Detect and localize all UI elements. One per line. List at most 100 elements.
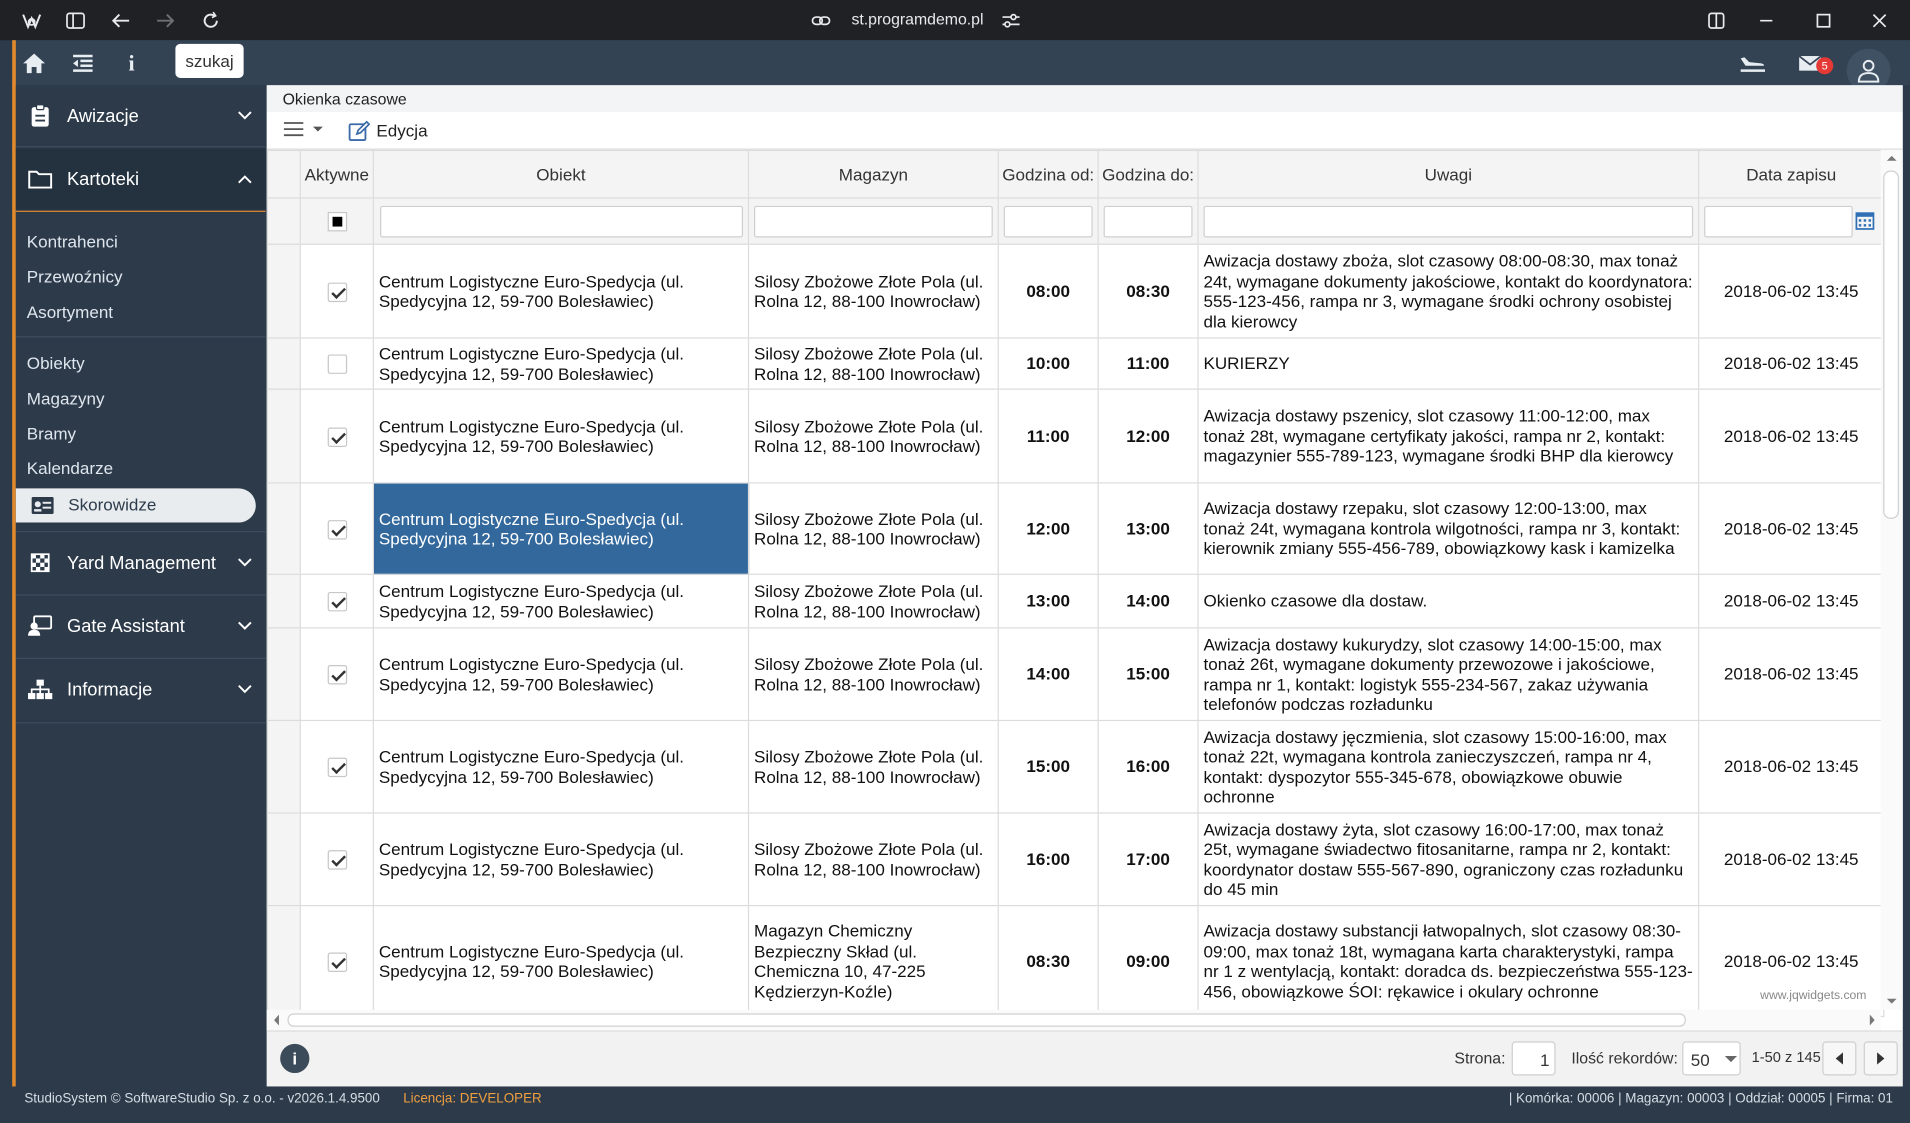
- chevron-down-icon[interactable]: [233, 614, 257, 638]
- active-checkbox[interactable]: [327, 952, 347, 972]
- sidebar-item-skorowidze[interactable]: Skorowidze: [15, 488, 256, 523]
- godzina-od-cell[interactable]: 08:00: [997, 243, 1099, 339]
- edit-button[interactable]: Edycja: [376, 121, 427, 140]
- magazyn-cell[interactable]: Silosy Zbożowe Złote Pola (ul. Rolna 12,…: [747, 243, 999, 339]
- active-checkbox[interactable]: [327, 757, 347, 778]
- godzina-do-cell[interactable]: 14:00: [1097, 573, 1199, 629]
- vertical-scroll-thumb[interactable]: [1883, 170, 1900, 519]
- godzina-do-cell[interactable]: 08:30: [1097, 243, 1199, 339]
- filter-uwagi-input[interactable]: [1203, 205, 1694, 237]
- sidebar-item-asortyment[interactable]: Asortyment: [27, 302, 113, 321]
- magazyn-cell[interactable]: Silosy Zbożowe Złote Pola (ul. Rolna 12,…: [747, 719, 999, 814]
- plane-landing-icon[interactable]: [1738, 50, 1766, 77]
- filter-obiekt-input[interactable]: [379, 205, 743, 237]
- data-zapisu-cell[interactable]: 2018-06-02 13:45: [1698, 812, 1885, 907]
- obiekt-cell[interactable]: Centrum Logistyczne Euro-Spedycja (ul. S…: [372, 812, 750, 907]
- table-row[interactable]: Centrum Logistyczne Euro-Spedycja (ul. S…: [266, 337, 1885, 390]
- table-row[interactable]: Centrum Logistyczne Euro-Spedycja (ul. S…: [266, 719, 1885, 814]
- filter-aktywne[interactable]: [299, 197, 374, 245]
- uwagi-cell[interactable]: Awizacja dostawy kukurydzy, slot czasowy…: [1197, 627, 1700, 722]
- uwagi-cell[interactable]: Awizacja dostawy żyta, slot czasowy 16:0…: [1197, 812, 1700, 907]
- godzina-od-cell[interactable]: 10:00: [997, 337, 1099, 390]
- column-header-aktywne[interactable]: Aktywne: [299, 149, 374, 199]
- godzina-do-cell[interactable]: 15:00: [1097, 627, 1199, 722]
- godzina-do-cell[interactable]: 11:00: [1097, 337, 1199, 390]
- filter-do-input[interactable]: [1103, 205, 1193, 237]
- back-icon[interactable]: [108, 9, 132, 33]
- table-row[interactable]: Centrum Logistyczne Euro-Spedycja (ul. S…: [266, 388, 1885, 484]
- scroll-left-icon[interactable]: [269, 1010, 284, 1031]
- scroll-up-icon[interactable]: [1881, 152, 1903, 164]
- active-checkbox[interactable]: [327, 665, 347, 685]
- maximize-icon[interactable]: [1811, 9, 1835, 33]
- filter-data-input[interactable]: [1704, 205, 1853, 237]
- magazyn-cell[interactable]: Magazyn Chemiczny Bezpieczny Skład (ul. …: [747, 904, 999, 1018]
- data-zapisu-cell[interactable]: 2018-06-02 13:45: [1698, 337, 1885, 390]
- close-icon[interactable]: [1867, 9, 1891, 33]
- table-row[interactable]: Centrum Logistyczne Euro-Spedycja (ul. S…: [266, 573, 1885, 629]
- godzina-od-cell[interactable]: 12:00: [997, 482, 1099, 575]
- active-checkbox[interactable]: [327, 354, 347, 375]
- obiekt-cell[interactable]: Centrum Logistyczne Euro-Spedycja (ul. S…: [372, 573, 750, 629]
- data-zapisu-cell[interactable]: 2018-06-02 13:45: [1698, 388, 1885, 484]
- obiekt-cell[interactable]: Centrum Logistyczne Euro-Spedycja (ul. S…: [372, 388, 750, 484]
- column-header-obiekt[interactable]: Obiekt: [372, 149, 750, 199]
- prev-page-button[interactable]: [1822, 1041, 1857, 1076]
- next-page-button[interactable]: [1863, 1041, 1898, 1076]
- menu-collapse-icon[interactable]: [69, 50, 96, 77]
- active-checkbox[interactable]: [327, 427, 347, 447]
- sidebar-section-gate-assistant[interactable]: Gate Assistant: [16, 596, 266, 657]
- data-zapisu-cell[interactable]: 2018-06-02 13:45: [1698, 482, 1885, 575]
- browser-logo-icon[interactable]: [19, 9, 43, 33]
- scroll-down-icon[interactable]: [1881, 995, 1903, 1007]
- uwagi-cell[interactable]: Awizacja dostawy zboża, slot czasowy 08:…: [1197, 243, 1700, 339]
- magazyn-cell[interactable]: Silosy Zbożowe Złote Pola (ul. Rolna 12,…: [747, 627, 999, 722]
- sidebar-section-kartoteki[interactable]: Kartoteki: [15, 148, 266, 210]
- table-row[interactable]: Centrum Logistyczne Euro-Spedycja (ul. S…: [266, 904, 1885, 1018]
- uwagi-cell[interactable]: Okienko czasowe dla dostaw.: [1197, 573, 1700, 629]
- sidebar-section-yard-management[interactable]: Yard Management: [16, 532, 266, 593]
- active-checkbox[interactable]: [327, 850, 347, 870]
- grid-menu-button[interactable]: [283, 121, 328, 147]
- sidebar-item-przewoznicy[interactable]: Przewoźnicy: [27, 267, 123, 286]
- filter-od-input[interactable]: [1003, 205, 1093, 237]
- page-input[interactable]: 1: [1511, 1041, 1556, 1076]
- magazyn-cell[interactable]: Silosy Zbożowe Złote Pola (ul. Rolna 12,…: [747, 337, 999, 390]
- magazyn-cell[interactable]: Silosy Zbożowe Złote Pola (ul. Rolna 12,…: [747, 482, 999, 575]
- godzina-od-cell[interactable]: 16:00: [997, 812, 1099, 907]
- godzina-od-cell[interactable]: 08:30: [997, 904, 1099, 1018]
- split-view-icon[interactable]: [1704, 9, 1728, 33]
- sidebar-item-bramy[interactable]: Bramy: [27, 424, 76, 443]
- forward-icon[interactable]: [153, 9, 177, 33]
- table-row[interactable]: Centrum Logistyczne Euro-Spedycja (ul. S…: [266, 243, 1885, 339]
- filter-checkbox-indeterminate[interactable]: [327, 212, 347, 232]
- table-row[interactable]: Centrum Logistyczne Euro-Spedycja (ul. S…: [266, 482, 1885, 575]
- table-row[interactable]: Centrum Logistyczne Euro-Spedycja (ul. S…: [266, 812, 1885, 907]
- sidebar-section-awizacje[interactable]: Awizacje: [16, 85, 266, 146]
- obiekt-cell[interactable]: Centrum Logistyczne Euro-Spedycja (ul. S…: [372, 243, 750, 339]
- data-zapisu-cell[interactable]: 2018-06-02 13:45: [1698, 243, 1885, 339]
- column-header-godzina-do[interactable]: Godzina do:: [1097, 149, 1199, 199]
- calendar-icon[interactable]: [1855, 211, 1875, 235]
- godzina-do-cell[interactable]: 16:00: [1097, 719, 1199, 814]
- obiekt-cell[interactable]: Centrum Logistyczne Euro-Spedycja (ul. S…: [372, 337, 750, 390]
- obiekt-cell[interactable]: Centrum Logistyczne Euro-Spedycja (ul. S…: [372, 482, 750, 575]
- column-header-godzina-od[interactable]: Godzina od:: [997, 149, 1099, 199]
- data-zapisu-cell[interactable]: 2018-06-02 13:45: [1698, 573, 1885, 629]
- chevron-down-icon[interactable]: [233, 104, 257, 128]
- chevron-up-icon[interactable]: [233, 167, 257, 191]
- scroll-right-icon[interactable]: [1865, 1010, 1880, 1031]
- active-checkbox[interactable]: [327, 592, 347, 612]
- minimize-icon[interactable]: [1754, 9, 1778, 33]
- data-zapisu-cell[interactable]: 2018-06-02 13:45: [1698, 719, 1885, 814]
- godzina-od-cell[interactable]: 14:00: [997, 627, 1099, 722]
- info-icon[interactable]: i: [118, 50, 145, 77]
- reload-icon[interactable]: [199, 9, 223, 33]
- address-bar[interactable]: st.programdemo.pl: [851, 10, 983, 28]
- magazyn-cell[interactable]: Silosy Zbożowe Złote Pola (ul. Rolna 12,…: [747, 812, 999, 907]
- column-header-data-zapisu[interactable]: Data zapisu: [1698, 149, 1885, 199]
- uwagi-cell[interactable]: KURIERZY: [1197, 337, 1700, 390]
- godzina-od-cell[interactable]: 15:00: [997, 719, 1099, 814]
- column-header-magazyn[interactable]: Magazyn: [747, 149, 999, 199]
- magazyn-cell[interactable]: Silosy Zbożowe Złote Pola (ul. Rolna 12,…: [747, 388, 999, 484]
